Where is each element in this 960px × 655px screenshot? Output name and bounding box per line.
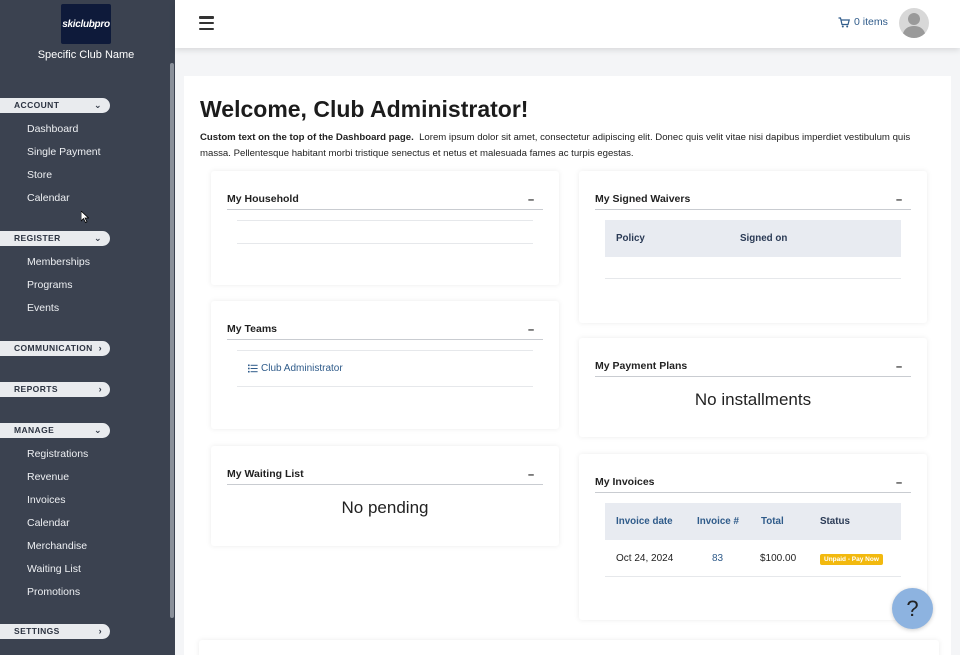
page-title: Welcome, Club Administrator!: [200, 96, 529, 122]
column-header-signed-on: Signed on: [740, 233, 788, 244]
card-title: My Invoices: [595, 476, 655, 488]
divider: [237, 243, 533, 244]
chevron-down-icon: ⌄: [94, 100, 102, 110]
user-avatar[interactable]: [899, 8, 929, 38]
chevron-right-icon: ›: [98, 343, 102, 353]
sidebar-item-revenue[interactable]: Revenue: [27, 471, 69, 483]
card-partial: [199, 640, 939, 655]
section-label: REGISTER: [14, 233, 61, 243]
team-link[interactable]: Club Administrator: [248, 363, 343, 374]
team-link-label: Club Administrator: [261, 363, 343, 374]
card-title: My Waiting List: [227, 468, 304, 480]
sidebar-item-invoices[interactable]: Invoices: [27, 494, 66, 506]
sidebar-item-programs[interactable]: Programs: [27, 279, 73, 291]
section-manage[interactable]: MANAGE ⌄: [0, 423, 110, 438]
column-header-policy: Policy: [616, 233, 645, 244]
sidebar-item-single-payment[interactable]: Single Payment: [27, 146, 101, 158]
divider: [605, 576, 901, 577]
invoice-date: Oct 24, 2024: [616, 553, 674, 564]
card-title: My Household: [227, 193, 299, 205]
section-reports[interactable]: REPORTS ›: [0, 382, 110, 397]
divider: [237, 386, 533, 387]
mouse-cursor-icon: [81, 211, 89, 223]
section-register[interactable]: REGISTER ⌄: [0, 231, 110, 246]
club-name: Specific Club Name: [37, 49, 135, 61]
section-label: COMMUNICATION: [14, 343, 93, 353]
cart-label: 0 items: [854, 16, 888, 28]
section-label: SETTINGS: [14, 626, 60, 636]
card-household: My Household –: [211, 171, 559, 285]
minimize-button[interactable]: –: [896, 194, 902, 206]
user-silhouette-icon: [902, 13, 926, 38]
invoice-number-link[interactable]: 83: [712, 553, 723, 564]
section-label: ACCOUNT: [14, 100, 60, 110]
divider: [595, 209, 911, 210]
sidebar-item-manage-calendar[interactable]: Calendar: [27, 517, 70, 529]
sidebar-item-merchandise[interactable]: Merchandise: [27, 540, 87, 552]
sidebar-item-calendar[interactable]: Calendar: [27, 192, 70, 204]
column-header-total[interactable]: Total: [761, 516, 784, 527]
section-communication[interactable]: COMMUNICATION ›: [0, 341, 110, 356]
sidebar-item-memberships[interactable]: Memberships: [27, 256, 90, 268]
table-header: Policy Signed on: [605, 220, 901, 257]
sidebar-item-registrations[interactable]: Registrations: [27, 448, 88, 460]
card-invoices: My Invoices – Invoice date Invoice # Tot…: [579, 454, 927, 620]
club-logo[interactable]: skiclubpro: [61, 4, 111, 44]
sidebar-item-events[interactable]: Events: [27, 302, 59, 314]
divider: [237, 220, 533, 221]
table-header: Invoice date Invoice # Total Status: [605, 503, 901, 540]
logo-text: skiclubpro: [62, 18, 110, 30]
sidebar-item-store[interactable]: Store: [27, 169, 52, 181]
divider: [237, 350, 533, 351]
sidebar-scrollbar[interactable]: [170, 63, 174, 618]
intro-text: Custom text on the top of the Dashboard …: [200, 130, 935, 161]
chevron-down-icon: ⌄: [94, 233, 102, 243]
column-header-invoice-date[interactable]: Invoice date: [616, 516, 673, 527]
hamburger-menu-icon[interactable]: [199, 16, 214, 30]
card-waiting-list: My Waiting List – No pending: [211, 446, 559, 546]
sidebar: skiclubpro Specific Club Name ACCOUNT ⌄ …: [0, 0, 175, 655]
top-bar: 0 items: [175, 0, 960, 48]
empty-message: No pending: [341, 498, 429, 517]
minimize-button[interactable]: –: [896, 361, 902, 373]
divider: [605, 278, 901, 279]
chevron-right-icon: ›: [98, 626, 102, 636]
section-settings[interactable]: SETTINGS ›: [0, 624, 110, 639]
divider: [595, 376, 911, 377]
section-account[interactable]: ACCOUNT ⌄: [0, 98, 110, 113]
chevron-right-icon: ›: [98, 384, 102, 394]
intro-bold: Custom text on the top of the Dashboard …: [200, 132, 414, 143]
cart-icon: [838, 16, 850, 27]
help-button[interactable]: ?: [892, 588, 933, 629]
status-badge[interactable]: Unpaid - Pay Now: [820, 554, 883, 565]
minimize-button[interactable]: –: [896, 477, 902, 489]
list-icon: [248, 364, 258, 373]
column-header-status: Status: [820, 516, 850, 527]
divider: [595, 492, 911, 493]
section-label: MANAGE: [14, 425, 55, 435]
card-payment-plans: My Payment Plans – No installments: [579, 338, 927, 437]
divider: [227, 339, 543, 340]
card-signed-waivers: My Signed Waivers – Policy Signed on: [579, 171, 927, 323]
section-label: REPORTS: [14, 384, 58, 394]
empty-message: No installments: [694, 390, 812, 409]
card-title: My Payment Plans: [595, 360, 688, 372]
card-title: My Signed Waivers: [595, 193, 691, 205]
minimize-button[interactable]: –: [528, 194, 534, 206]
sidebar-item-promotions[interactable]: Promotions: [27, 586, 80, 598]
sidebar-item-waiting-list[interactable]: Waiting List: [27, 563, 81, 575]
invoice-total: $100.00: [760, 553, 797, 564]
divider: [227, 209, 543, 210]
sidebar-item-dashboard[interactable]: Dashboard: [27, 123, 78, 135]
minimize-button[interactable]: –: [528, 469, 534, 481]
card-title: My Teams: [227, 323, 277, 335]
chevron-down-icon: ⌄: [94, 425, 102, 435]
divider: [227, 484, 543, 485]
minimize-button[interactable]: –: [528, 324, 534, 336]
column-header-invoice-number[interactable]: Invoice #: [697, 516, 739, 527]
cart-link[interactable]: 0 items: [838, 16, 888, 28]
